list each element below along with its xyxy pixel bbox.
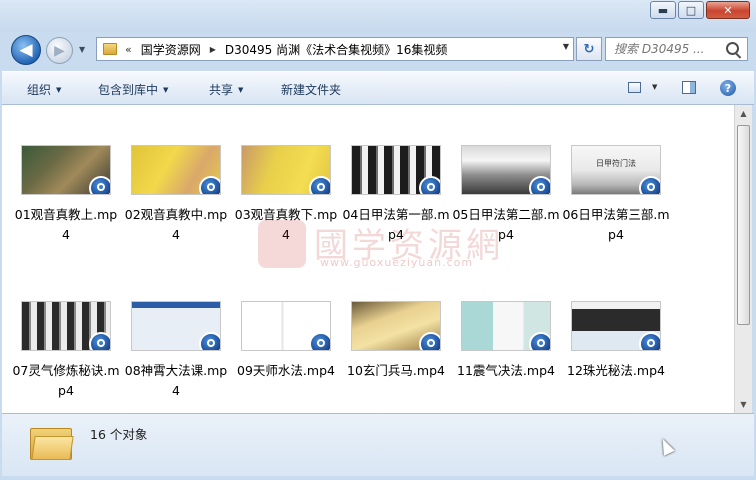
file-name: 04日甲法第一部.mp4 bbox=[342, 207, 450, 242]
help-icon[interactable]: ? bbox=[720, 80, 736, 96]
chevron-down-icon[interactable]: ▼ bbox=[652, 83, 657, 91]
minimize-button[interactable]: ▬ bbox=[650, 1, 676, 19]
breadcrumb-overflow[interactable]: « bbox=[125, 43, 132, 56]
file-item[interactable]: 09天师水法.mp4 bbox=[232, 301, 340, 381]
back-button[interactable]: ◀ bbox=[11, 35, 41, 65]
include-library-label: 包含到库中 bbox=[98, 83, 159, 97]
search-input[interactable] bbox=[614, 39, 724, 59]
search-box[interactable] bbox=[605, 37, 748, 61]
file-name: 02观音真教中.mp4 bbox=[124, 207, 228, 242]
chevron-down-icon: ▼ bbox=[163, 86, 169, 94]
file-item[interactable]: 10玄门兵马.mp4 bbox=[342, 301, 450, 381]
file-item[interactable]: 04日甲法第一部.mp4 bbox=[342, 145, 450, 245]
window-controls: ▬ □ ✕ bbox=[648, 1, 750, 19]
organize-label: 组织 bbox=[27, 83, 52, 97]
media-player-icon bbox=[639, 332, 660, 350]
file-item[interactable]: 11震气决法.mp4 bbox=[452, 301, 560, 381]
file-name: 06日甲法第三部.mp4 bbox=[562, 207, 670, 242]
item-count: 16 个对象 bbox=[90, 427, 148, 442]
file-name: 05日甲法第二部.mp4 bbox=[452, 207, 560, 242]
address-dropdown[interactable]: ▼ bbox=[563, 42, 569, 51]
video-thumbnail bbox=[21, 301, 111, 351]
maximize-button[interactable]: □ bbox=[678, 1, 704, 19]
file-name: 08神霄大法课.mp4 bbox=[124, 363, 228, 398]
search-icon[interactable] bbox=[726, 42, 739, 55]
media-player-icon bbox=[309, 332, 330, 350]
media-player-icon bbox=[309, 176, 330, 194]
video-thumbnail bbox=[131, 301, 221, 351]
include-in-library-menu[interactable]: 包含到库中 ▼ bbox=[98, 81, 168, 98]
file-item[interactable]: 05日甲法第二部.mp4 bbox=[452, 145, 560, 245]
file-name: 01观音真教上.mp4 bbox=[14, 207, 118, 242]
file-item[interactable]: 01观音真教上.mp4 bbox=[12, 145, 120, 245]
media-player-icon bbox=[419, 332, 440, 350]
video-thumbnail bbox=[571, 301, 661, 351]
details-pane: 16 个对象 bbox=[2, 413, 754, 476]
watermark-seal bbox=[258, 220, 306, 268]
view-options-icon[interactable] bbox=[628, 82, 641, 93]
file-name: 12珠光秘法.mp4 bbox=[567, 363, 665, 378]
video-thumbnail bbox=[131, 145, 221, 195]
file-item[interactable]: 日甲符门法 06日甲法第三部.mp4 bbox=[562, 145, 670, 245]
file-item[interactable]: 07灵气修炼秘诀.mp4 bbox=[12, 301, 120, 401]
chevron-right-icon[interactable]: ▶ bbox=[210, 45, 216, 54]
command-bar: 组织 ▼ 包含到库中 ▼ 共享 ▼ 新建文件夹 ▼ ? bbox=[2, 71, 754, 105]
video-thumbnail bbox=[461, 145, 551, 195]
title-bar: ▬ □ ✕ bbox=[0, 0, 756, 32]
video-thumbnail bbox=[241, 301, 331, 351]
media-player-icon bbox=[529, 332, 550, 350]
video-thumbnail bbox=[351, 301, 441, 351]
media-player-icon bbox=[199, 176, 220, 194]
video-thumbnail: 日甲符门法 bbox=[571, 145, 661, 195]
file-name: 07灵气修炼秘诀.mp4 bbox=[12, 363, 120, 398]
scroll-up-button[interactable]: ▲ bbox=[735, 105, 752, 122]
media-player-icon bbox=[529, 176, 550, 194]
file-name: 11震气决法.mp4 bbox=[457, 363, 555, 378]
vertical-scrollbar[interactable]: ▲ ▼ bbox=[734, 105, 752, 413]
media-player-icon bbox=[639, 176, 660, 194]
forward-button[interactable]: ▶ bbox=[46, 37, 73, 64]
share-label: 共享 bbox=[209, 83, 234, 97]
chevron-down-icon: ▼ bbox=[238, 86, 244, 94]
video-thumbnail bbox=[241, 145, 331, 195]
media-player-icon bbox=[89, 332, 110, 350]
scroll-thumb[interactable] bbox=[737, 125, 750, 325]
file-item[interactable]: 12珠光秘法.mp4 bbox=[562, 301, 670, 381]
folder-icon bbox=[30, 424, 74, 460]
folder-icon bbox=[103, 43, 117, 55]
media-player-icon bbox=[89, 176, 110, 194]
file-name: 09天师水法.mp4 bbox=[237, 363, 335, 378]
organize-menu[interactable]: 组织 ▼ bbox=[27, 81, 61, 98]
address-bar[interactable]: « 国学资源网 ▶ D30495 尚渊《法术合集视频》16集视频 ▼ bbox=[96, 37, 574, 61]
video-thumbnail bbox=[461, 301, 551, 351]
file-name: 10玄门兵马.mp4 bbox=[347, 363, 445, 378]
media-player-icon bbox=[199, 332, 220, 350]
file-item[interactable]: 02观音真教中.mp4 bbox=[122, 145, 230, 245]
media-player-icon bbox=[419, 176, 440, 194]
thumbnail-caption: 日甲符门法 bbox=[596, 159, 636, 168]
breadcrumb-current[interactable]: D30495 尚渊《法术合集视频》16集视频 bbox=[225, 41, 448, 58]
video-thumbnail bbox=[21, 145, 111, 195]
scroll-down-button[interactable]: ▼ bbox=[735, 396, 752, 413]
recent-pages-dropdown[interactable]: ▼ bbox=[79, 45, 85, 54]
file-item[interactable]: 08神霄大法课.mp4 bbox=[122, 301, 230, 401]
chevron-down-icon: ▼ bbox=[56, 86, 62, 94]
refresh-button[interactable]: ↻ bbox=[576, 37, 602, 61]
new-folder-button[interactable]: 新建文件夹 bbox=[281, 81, 341, 98]
close-button[interactable]: ✕ bbox=[706, 1, 750, 19]
watermark-url: www.guoxueziyuan.com bbox=[320, 256, 474, 269]
video-thumbnail bbox=[351, 145, 441, 195]
preview-pane-icon[interactable] bbox=[682, 81, 696, 94]
breadcrumb-root[interactable]: 国学资源网 bbox=[141, 41, 201, 58]
share-menu[interactable]: 共享 ▼ bbox=[209, 81, 243, 98]
